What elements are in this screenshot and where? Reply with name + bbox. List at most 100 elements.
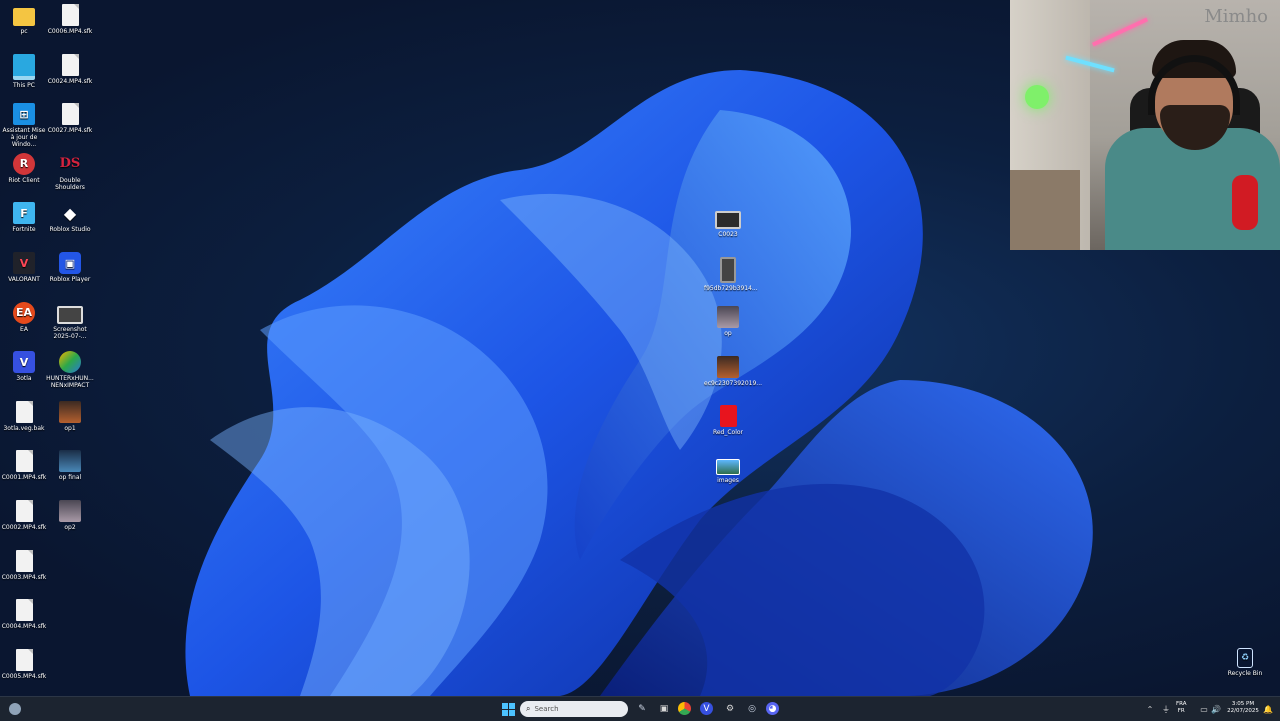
usb-icon[interactable]: ⏚ (1158, 701, 1174, 717)
vegas-taskbar-icon[interactable]: V (700, 702, 713, 715)
file-icon (15, 549, 33, 572)
desktop-icon[interactable]: HUNTERxHUN... NENxIMPACT (46, 351, 94, 389)
desktop-icon[interactable]: C0004.MP4.sfk (0, 599, 48, 630)
start-button[interactable] (500, 701, 516, 717)
desktop-icon-label: VALORANT (8, 276, 40, 283)
recycle-bin[interactable]: ♻ Recycle Bin (1221, 648, 1269, 677)
folder-icon (13, 8, 35, 26)
image-icon (59, 400, 81, 423)
desktop-icon-label: C0005.MP4.sfk (1, 672, 47, 680)
desktop-icon-label: C0001.MP4.sfk (1, 474, 47, 482)
chrome-icon[interactable] (678, 702, 691, 715)
image-icon (717, 306, 739, 329)
image-icon (719, 405, 737, 428)
file-icon (61, 53, 79, 76)
video-icon (715, 211, 741, 229)
desktop-icon-label: Roblox Studio (49, 226, 91, 234)
steam-icon[interactable]: ◎ (744, 701, 760, 717)
notification-bell-icon[interactable]: 🔔 (1260, 701, 1276, 717)
desktop-icon-label: C0027.MP4.sfk (47, 127, 93, 135)
desktop-icon-label: Riot Client (8, 176, 40, 184)
desktop-icon[interactable]: This PC (0, 53, 48, 89)
neon-light (1091, 17, 1149, 47)
desktop-icon-label: C0023 (718, 231, 738, 238)
search-icon: ⌕ (526, 704, 531, 713)
screenshot-icon (57, 305, 83, 324)
chevron-up-icon[interactable]: ⌃ (1142, 701, 1158, 717)
desktop-icon-label: C0002.MP4.sfk (1, 524, 47, 531)
desktop-icon-label: C0003.MP4.sfk (1, 573, 47, 581)
desktop-icon[interactable]: f95db729b3914... (704, 256, 758, 292)
desktop-icon-label: op1 (64, 424, 76, 432)
desktop-icon[interactable]: DS Double Shoulders (46, 153, 94, 191)
roblox-studio-icon: ◆ (63, 203, 77, 223)
desktop-icon[interactable]: EA EA (0, 301, 48, 333)
desktop-icon-label: EA (20, 325, 28, 333)
desktop-icon[interactable]: V 3otla (0, 351, 48, 382)
webcam-brand-text: Mimho (1204, 6, 1268, 27)
widgets-icon[interactable] (9, 703, 21, 715)
desktop-icon[interactable]: ec9c2307392019... (704, 355, 763, 387)
desktop-icon-label: op (724, 330, 732, 338)
image-icon (59, 450, 81, 473)
file-icon (15, 450, 33, 473)
file-icon (15, 648, 33, 671)
desktop-icon[interactable]: ⊞ Assistant Mise à jour de Windo... (0, 103, 48, 148)
desktop-icon[interactable]: F Fortnite (0, 202, 48, 233)
desktop-icon-label: Red_Color (712, 429, 744, 437)
desktop-icon[interactable]: Red_Color (704, 405, 752, 436)
desktop-icon-label: Assistant Mise à jour de Windo... (2, 127, 46, 149)
settings-icon[interactable]: ⚙ (722, 701, 738, 717)
desktop-icon[interactable]: op2 (46, 500, 94, 531)
desktop-icon[interactable]: pc (0, 4, 48, 35)
desktop-icon[interactable]: op (704, 306, 752, 337)
taskbar-search[interactable]: ⌕ Search (520, 701, 628, 717)
desktop-icon-label: Fortnite (12, 226, 36, 234)
desktop-icon[interactable]: C0024.MP4.sfk (46, 53, 94, 85)
desktop-icon[interactable]: C0005.MP4.sfk (0, 648, 48, 680)
desktop-icon[interactable]: C0023 (704, 207, 752, 238)
windows-update-icon: ⊞ (13, 103, 35, 126)
discord-icon[interactable]: ◕ (766, 702, 779, 715)
desktop-icon[interactable]: ◆ Roblox Studio (46, 202, 94, 233)
image-icon (716, 459, 740, 475)
keyboard-code: FR (1177, 708, 1185, 714)
taskbar: ⌕ Search ✎ ▣ V ⚙ ◎ ◕ ⌃ ⏚ FRA FR ▭ 🔊 3:05… (0, 696, 1280, 721)
desktop-icon-label: C0006.MP4.sfk (47, 28, 93, 35)
desktop-icon[interactable]: V VALORANT (0, 252, 48, 283)
microphone (1232, 175, 1258, 230)
desktop-icon-label: 3otla.veg.bak (3, 424, 45, 432)
desktop-icon-label: C0024.MP4.sfk (47, 77, 93, 85)
desktop-icon[interactable]: C0002.MP4.sfk (0, 500, 48, 531)
desktop-icon[interactable]: 3otla.veg.bak (0, 400, 48, 432)
desktop-icon[interactable]: C0027.MP4.sfk (46, 103, 94, 134)
clock[interactable]: 3:05 PM 22/07/2025 (1226, 701, 1260, 715)
desktop-icon[interactable]: images (704, 455, 752, 484)
desktop-icon-label: Screenshot 2025-07-... (53, 325, 87, 340)
search-placeholder: Search (534, 705, 559, 713)
desktop-icon[interactable]: op final (46, 450, 94, 481)
desktop-icon-label: Double Shoulders (55, 176, 85, 191)
desktop-icon-label: HUNTERxHUN... NENxIMPACT (46, 375, 94, 390)
desktop-icon[interactable]: C0001.MP4.sfk (0, 450, 48, 481)
hunter-impact-icon (59, 351, 81, 374)
riot-client-icon: R (13, 152, 35, 175)
desktop-icon[interactable]: ▣ Roblox Player (46, 252, 94, 283)
desktop-icon-label: f95db729b3914... (704, 284, 758, 292)
volume-icon[interactable]: 🔊 (1208, 701, 1224, 717)
desktop-icon[interactable]: C0006.MP4.sfk (46, 4, 94, 35)
recycle-bin-icon: ♻ (1237, 648, 1253, 668)
desktop-icon[interactable]: op1 (46, 400, 94, 432)
double-shoulders-icon: DS (59, 156, 81, 172)
task-view-icon[interactable]: ✎ (634, 701, 650, 717)
desktop-icon[interactable]: Screenshot 2025-07-... (46, 302, 94, 340)
desktop-icon[interactable]: C0003.MP4.sfk (0, 549, 48, 581)
desktop-icon-label: pc (20, 28, 28, 35)
file-explorer-icon[interactable]: ▣ (656, 701, 672, 717)
file-icon (15, 599, 33, 622)
desktop-icon[interactable]: R Riot Client (0, 152, 48, 184)
language-indicator[interactable]: FRA FR (1176, 701, 1187, 715)
file-icon (15, 500, 33, 522)
recycle-bin-label: Recycle Bin (1227, 670, 1263, 677)
desktop-icon-label: ec9c2307392019... (704, 379, 763, 387)
